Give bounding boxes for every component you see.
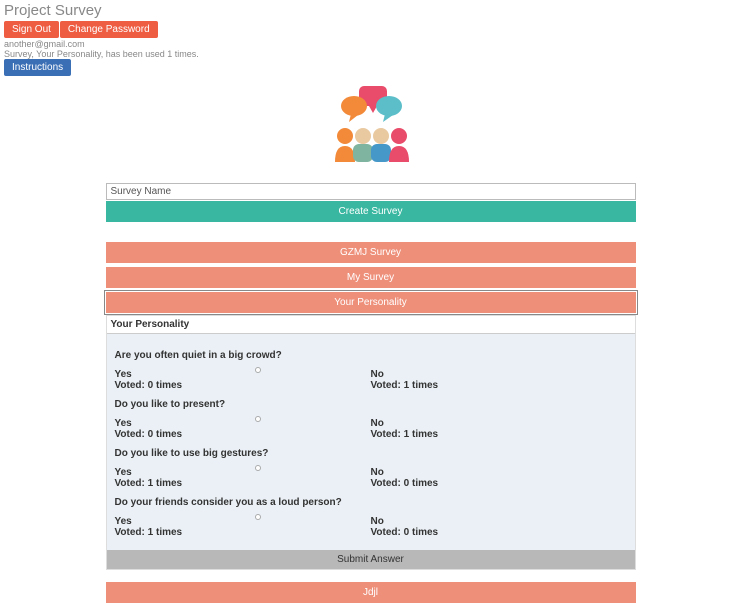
option-label: Yes (115, 369, 371, 380)
usage-text: Survey, Your Personality, has been used … (4, 49, 737, 59)
question-text: Do your friends consider you as a loud p… (115, 497, 627, 508)
option-votes: Voted: 1 times (115, 527, 371, 538)
radio-option[interactable] (255, 514, 261, 520)
sign-out-button[interactable]: Sign Out (4, 21, 59, 38)
instructions-button[interactable]: Instructions (4, 59, 71, 76)
question-text: Do you like to present? (115, 399, 627, 410)
radio-option[interactable] (255, 465, 261, 471)
submit-answer-button[interactable]: Submit Answer (107, 550, 635, 569)
option-row: Yes Voted: 0 times No Voted: 1 times (115, 369, 627, 391)
auth-buttons: Sign Out Change Password (4, 21, 737, 38)
panel-title: Your Personality (107, 316, 635, 334)
option-label: No (371, 418, 627, 429)
option-label: No (371, 369, 627, 380)
option-label: Yes (115, 418, 371, 429)
option-votes: Voted: 0 times (371, 478, 627, 489)
question-block: Do you like to use big gestures? Yes Vot… (115, 448, 627, 489)
option-votes: Voted: 1 times (115, 478, 371, 489)
survey-name-input[interactable]: Survey Name (106, 183, 636, 200)
option-votes: Voted: 0 times (115, 429, 371, 440)
change-password-button[interactable]: Change Password (60, 21, 158, 38)
option-votes: Voted: 1 times (371, 380, 627, 391)
question-block: Do your friends consider you as a loud p… (115, 497, 627, 538)
survey-item-0[interactable]: GZMJ Survey (106, 242, 636, 263)
user-email: another@gmail.com (4, 39, 737, 49)
hero-image (106, 84, 636, 177)
survey-item-bottom[interactable]: Jdjl (106, 582, 636, 603)
option-row: Yes Voted: 1 times No Voted: 0 times (115, 467, 627, 489)
panel-body: Are you often quiet in a big crowd? Yes … (107, 334, 635, 546)
option-label: No (371, 467, 627, 478)
header: Project Survey Sign Out Change Password … (0, 0, 741, 78)
question-block: Are you often quiet in a big crowd? Yes … (115, 350, 627, 391)
option-label: Yes (115, 516, 371, 527)
survey-item-2[interactable]: Your Personality (106, 292, 636, 313)
page-title: Project Survey (4, 2, 737, 19)
survey-item-1[interactable]: My Survey (106, 267, 636, 288)
option-row: Yes Voted: 1 times No Voted: 0 times (115, 516, 627, 538)
main: Survey Name Create Survey GZMJ Survey My… (106, 84, 636, 603)
create-survey-button[interactable]: Create Survey (106, 201, 636, 222)
option-votes: Voted: 0 times (115, 380, 371, 391)
option-label: No (371, 516, 627, 527)
option-label: Yes (115, 467, 371, 478)
option-row: Yes Voted: 0 times No Voted: 1 times (115, 418, 627, 440)
survey-panel: Your Personality Are you often quiet in … (106, 315, 636, 570)
radio-option[interactable] (255, 367, 261, 373)
question-text: Are you often quiet in a big crowd? (115, 350, 627, 361)
option-votes: Voted: 1 times (371, 429, 627, 440)
question-block: Do you like to present? Yes Voted: 0 tim… (115, 399, 627, 440)
radio-option[interactable] (255, 416, 261, 422)
question-text: Do you like to use big gestures? (115, 448, 627, 459)
option-votes: Voted: 0 times (371, 527, 627, 538)
